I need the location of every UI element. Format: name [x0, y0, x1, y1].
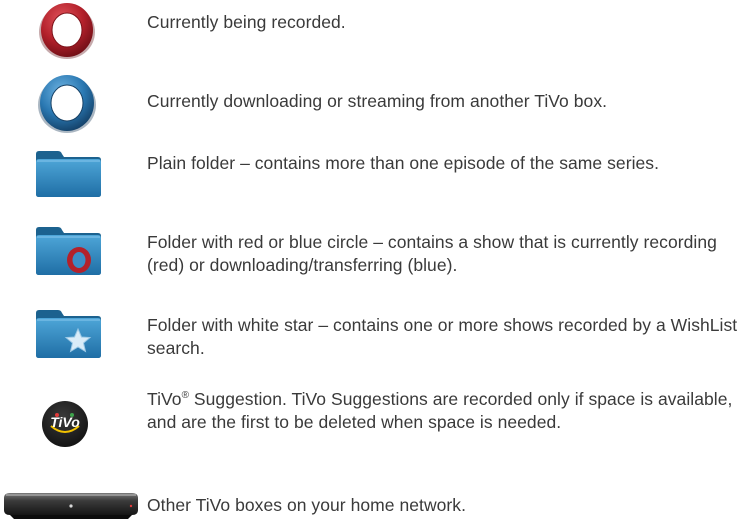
- blue-downloading-circle-icon: [36, 72, 98, 134]
- legend-row-plain-folder: Plain folder – contains more than one ep…: [0, 150, 739, 206]
- legend-row-folder-star: Folder with white star – contains one or…: [0, 309, 739, 365]
- legend-row-tivo-suggestion: TiVo TiVo® Suggestion. TiVo Suggestions …: [0, 388, 739, 468]
- tivo-logo-text: TiVo: [50, 414, 80, 430]
- legend-row-recording: Currently being recorded.: [0, 0, 739, 60]
- tivo-brand-text: TiVo: [147, 389, 182, 409]
- legend-text-folder-star: Folder with white star – contains one or…: [147, 315, 738, 358]
- legend-text-plain-folder: Plain folder – contains more than one ep…: [147, 153, 660, 173]
- legend-text-tivo-boxes: Other TiVo boxes on your home network.: [147, 495, 467, 515]
- legend-row-tivo-boxes: Other TiVo boxes on your home network.: [0, 490, 739, 525]
- legend-text-tivo-suggestion: TiVo® Suggestion. TiVo Suggestions are r…: [147, 388, 739, 434]
- legend-text-recording: Currently being recorded.: [147, 12, 346, 32]
- plain-folder-icon: [34, 150, 102, 198]
- tivo-suggestion-description: Suggestion. TiVo Suggestions are recorde…: [147, 389, 733, 432]
- legend-row-downloading: Currently downloading or streaming from …: [0, 72, 739, 134]
- legend-text-folder-red-circle: Folder with red or blue circle – contain…: [147, 232, 717, 275]
- tivo-suggestion-icon: TiVo: [41, 400, 89, 448]
- registered-mark: ®: [181, 390, 189, 402]
- red-recording-circle-icon: [37, 0, 97, 60]
- legend-row-folder-red-circle: Folder with red or blue circle – contain…: [0, 226, 739, 282]
- folder-with-star-icon: [34, 309, 102, 359]
- tivo-box-icon: [0, 490, 142, 520]
- legend-text-downloading: Currently downloading or streaming from …: [147, 91, 608, 111]
- folder-with-red-circle-icon: [34, 226, 102, 276]
